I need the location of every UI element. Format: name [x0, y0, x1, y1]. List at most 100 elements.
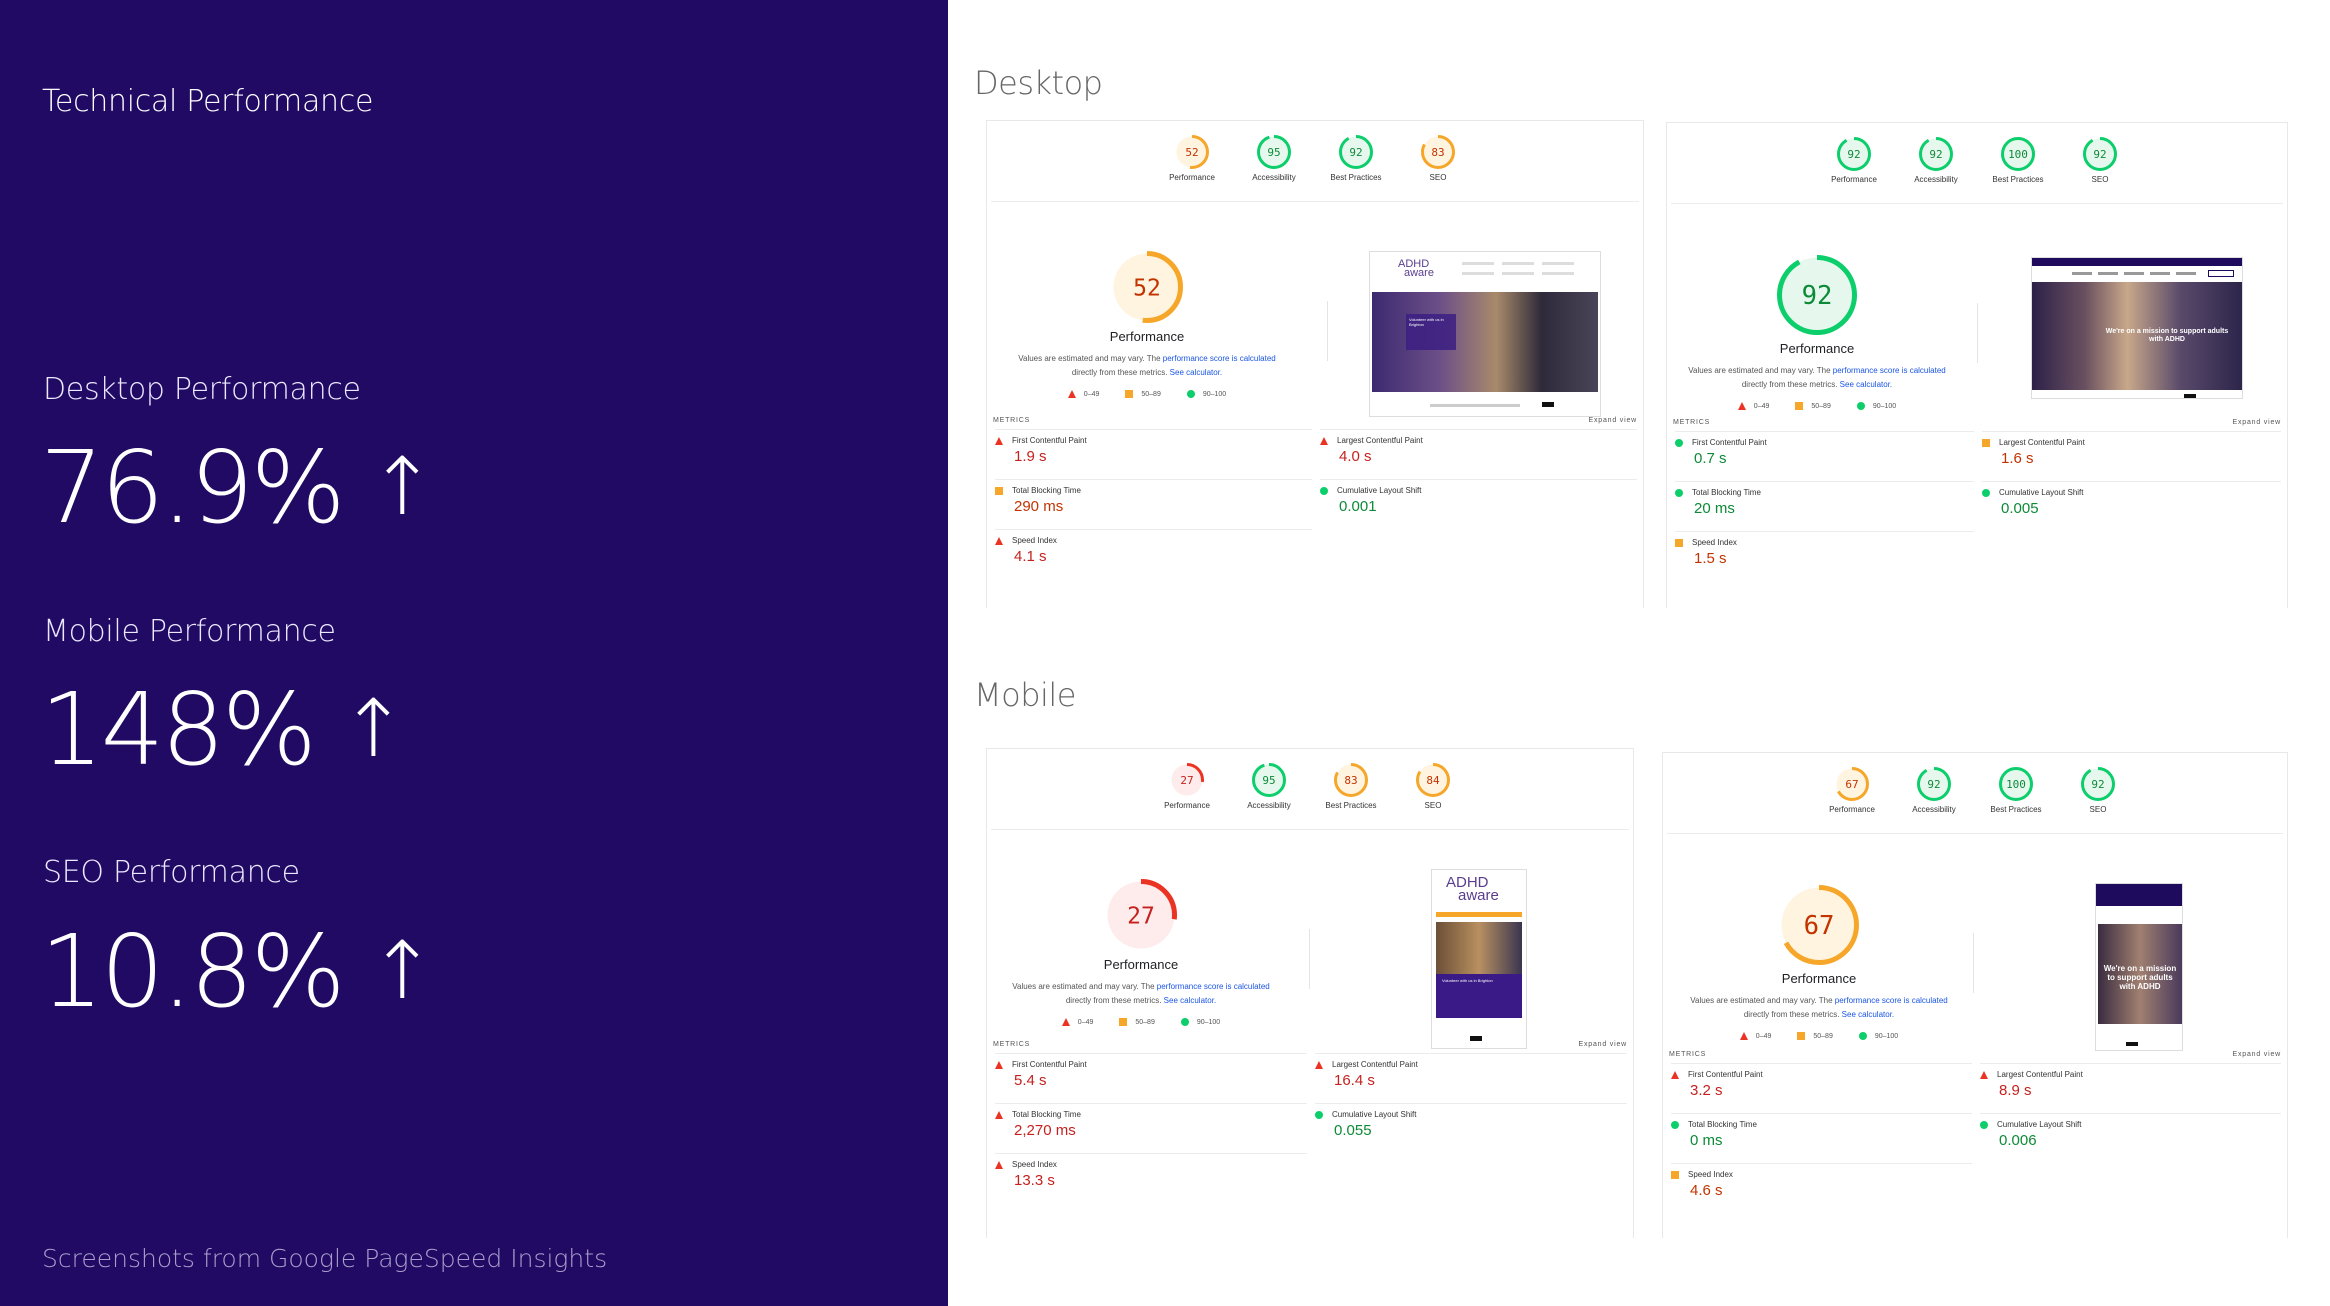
metric-label: Largest Contentful Paint — [1997, 1070, 2083, 1079]
see-calculator-link[interactable]: See calculator. — [1842, 1010, 1894, 1019]
see-calculator-link[interactable]: See calculator. — [1840, 380, 1892, 389]
category-gauge[interactable]: 92 Accessibility — [1895, 137, 1977, 197]
poor-triangle-icon — [1315, 1060, 1323, 1069]
metric-name: Speed Index — [995, 530, 1312, 545]
website-screenshot: ADHD aware Volunteer with us in Brighton — [1369, 251, 1601, 417]
gauge-score-text: 52 — [1185, 146, 1198, 159]
metric-label: First Contentful Paint — [1692, 438, 1767, 447]
score-gauge-icon: 92 — [1339, 135, 1373, 169]
nav-placeholder — [1502, 262, 1534, 265]
metric-item: Cumulative Layout Shift 0.001 — [1320, 479, 1637, 529]
score-gauge-icon: 83 — [1334, 763, 1368, 797]
performance-title: Performance — [1109, 329, 1185, 344]
score-calculated-link[interactable]: performance score is calculated — [1163, 354, 1276, 363]
category-gauge[interactable]: 84 SEO — [1392, 763, 1474, 823]
metric-name: Total Blocking Time — [995, 480, 1312, 495]
category-gauge[interactable]: 83 Best Practices — [1310, 763, 1392, 823]
gauge-score-text: 92 — [2093, 148, 2106, 161]
score-calculated-link[interactable]: performance score is calculated — [1833, 366, 1946, 375]
category-gauges: 52 Performance 95 Accessibility 92 Best Pract… — [987, 135, 1643, 195]
pagespeed-report-desktop-after: 92 Performance 92 Accessibility 100 Best Prac… — [1666, 122, 2288, 608]
category-gauge[interactable]: 92 Best Practices — [1315, 135, 1397, 195]
good-circle-icon — [1671, 1120, 1679, 1129]
section-title-desktop: Desktop — [974, 64, 1103, 102]
website-screenshot: We're on a mission to support adults wit… — [2031, 257, 2243, 399]
poor-triangle-icon — [995, 536, 1003, 545]
legend-range: 90–100 — [1874, 1032, 1899, 1040]
category-gauge[interactable]: 52 Performance — [1151, 135, 1233, 195]
category-label: Performance — [1169, 173, 1215, 182]
expand-view-link[interactable]: Expand view — [2233, 419, 2282, 426]
performance-score-block: 67 Performance Values are estimated and ma… — [1669, 885, 1969, 1040]
gauge-score-text: 27 — [1180, 774, 1193, 787]
category-gauge[interactable]: 92 SEO — [2059, 137, 2141, 197]
expand-view-link[interactable]: Expand view — [2233, 1051, 2282, 1058]
category-label: Accessibility — [1247, 801, 1291, 810]
metric-label: Largest Contentful Paint — [1337, 436, 1423, 445]
average-square-icon — [995, 486, 1003, 495]
category-gauge[interactable]: 67 Performance — [1811, 767, 1893, 827]
score-gauge-icon: 95 — [1252, 763, 1286, 797]
metric-item: Cumulative Layout Shift 0.055 — [1315, 1103, 1627, 1153]
category-gauge[interactable]: 95 Accessibility — [1233, 135, 1315, 195]
nav-placeholder — [2098, 272, 2118, 275]
pagespeed-report-mobile-before: 27 Performance 95 Accessibility 83 Best Pract… — [986, 748, 1634, 1238]
footer-button — [2184, 394, 2196, 398]
good-circle-icon — [1856, 402, 1865, 410]
metric-name: Largest Contentful Paint — [1315, 1054, 1627, 1069]
metric-name: Total Blocking Time — [995, 1104, 1307, 1119]
metric-item: Largest Contentful Paint 4.0 s — [1320, 429, 1637, 479]
section-title-mobile: Mobile — [974, 676, 1076, 714]
hero-headline: We're on a mission to support adults wit… — [2105, 328, 2229, 343]
category-gauge[interactable]: 100 Best Practices — [1977, 137, 2059, 197]
category-gauge[interactable]: 27 Performance — [1146, 763, 1228, 823]
average-square-icon — [1795, 402, 1804, 410]
see-calculator-link[interactable]: See calculator. — [1164, 996, 1216, 1005]
performance-title: Performance — [1781, 971, 1857, 986]
mobile-performance-label: Mobile Performance — [43, 614, 336, 649]
vertical-divider — [1327, 301, 1328, 361]
gauge-score-text: 67 — [1845, 778, 1858, 791]
score-calculated-link[interactable]: performance score is calculated — [1835, 996, 1948, 1005]
metric-name: Total Blocking Time — [1671, 1114, 1972, 1129]
category-gauge[interactable]: 92 Accessibility — [1893, 767, 1975, 827]
performance-score-block: 52 Performance Values are estimated and ma… — [997, 251, 1297, 398]
expand-view-link[interactable]: Expand view — [1589, 417, 1638, 424]
good-circle-icon — [1675, 438, 1683, 447]
expand-view-link[interactable]: Expand view — [1579, 1041, 1628, 1048]
metric-item: First Contentful Paint 1.9 s — [995, 429, 1312, 479]
poor-triangle-icon — [1980, 1070, 1988, 1079]
legend-range: 0–49 — [1753, 402, 1770, 410]
gauge-score-text: 95 — [1267, 146, 1280, 159]
nav-placeholder — [1462, 262, 1494, 265]
metric-label: Speed Index — [1692, 538, 1737, 547]
vertical-divider — [1309, 929, 1310, 989]
legend-range: 0–49 — [1077, 1018, 1094, 1026]
category-gauge[interactable]: 92 Performance — [1813, 137, 1895, 197]
metric-name: Speed Index — [995, 1154, 1307, 1169]
poor-triangle-icon — [995, 1160, 1003, 1169]
legend-range: 90–100 — [1202, 390, 1227, 398]
category-gauge[interactable]: 92 SEO — [2057, 767, 2139, 827]
see-calculator-link[interactable]: See calculator. — [1170, 368, 1222, 377]
good-circle-icon — [1980, 1120, 1988, 1129]
category-label: Performance — [1164, 801, 1210, 810]
gauge-score-text: 92 — [1929, 148, 1942, 161]
score-calculated-link[interactable]: performance score is calculated — [1157, 982, 1270, 991]
category-gauge[interactable]: 100 Best Practices — [1975, 767, 2057, 827]
score-legend: 0–49 50–89 90–100 — [1067, 390, 1227, 398]
metric-value: 3.2 s — [1690, 1082, 1723, 1099]
metric-name: Largest Contentful Paint — [1320, 430, 1637, 445]
legend-item: 90–100 — [1858, 1032, 1899, 1040]
metric-item: Largest Contentful Paint 1.6 s — [1982, 431, 2281, 481]
performance-gauge-icon: 67 — [1779, 885, 1859, 965]
score-legend: 0–49 50–89 90–100 — [1739, 1032, 1899, 1040]
category-gauges: 92 Performance 92 Accessibility 100 Best Prac… — [1667, 137, 2287, 197]
category-label: SEO — [2089, 805, 2107, 814]
legend-item: 90–100 — [1180, 1018, 1220, 1026]
nav-placeholder — [1542, 272, 1574, 275]
category-label: Best Practices — [1992, 175, 2044, 184]
category-gauge[interactable]: 95 Accessibility — [1228, 763, 1310, 823]
legend-range: 50–89 — [1141, 390, 1161, 398]
category-gauge[interactable]: 83 SEO — [1397, 135, 1479, 195]
